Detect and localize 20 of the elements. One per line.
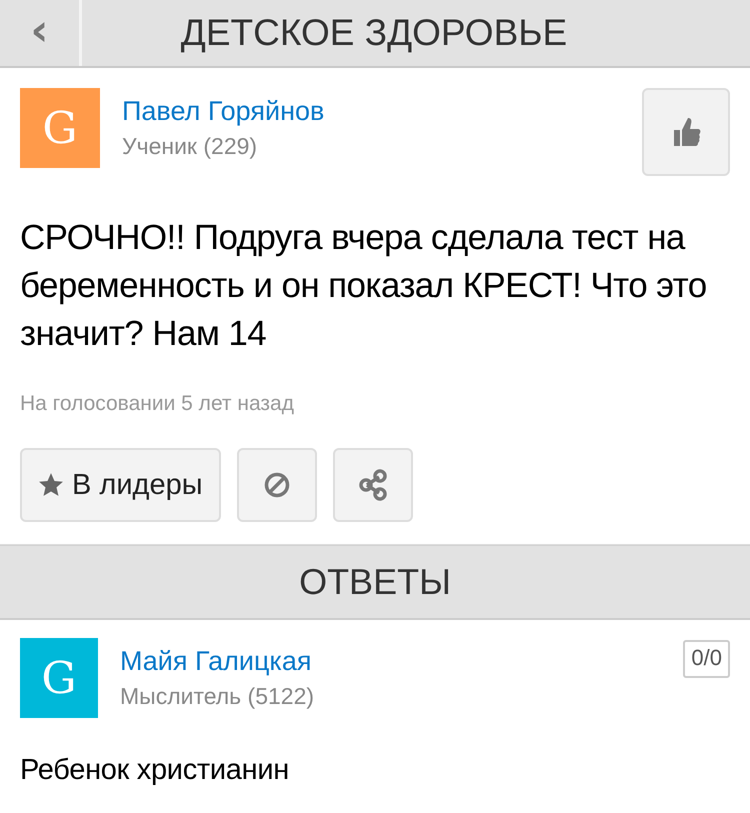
- leaders-button[interactable]: В лидеры: [20, 448, 221, 522]
- share-button[interactable]: [332, 448, 413, 522]
- page-title: ДЕТСКОЕ ЗДОРОВЬЕ: [180, 12, 568, 54]
- author-name[interactable]: Майя Галицкая: [120, 646, 314, 677]
- question-text: СРОЧНО!! Подруга вчера сделала тест на беременность и он показал КРЕСТ! Что это значит? Нам 14: [20, 217, 708, 355]
- star-icon: [38, 472, 64, 498]
- share-icon: [358, 469, 388, 501]
- like-button[interactable]: [642, 88, 730, 176]
- forbidden-icon: [264, 472, 290, 498]
- author-rank: Мыслитель (5122): [120, 683, 314, 710]
- avatar: G: [20, 638, 98, 718]
- vote-score: 0/0: [683, 640, 730, 678]
- report-button[interactable]: [236, 448, 317, 522]
- section-title: ОТВЕТЫ: [299, 561, 451, 603]
- thumbs-up-icon: [671, 116, 701, 148]
- answer-text: Ребенок христианин: [20, 754, 290, 787]
- author-name[interactable]: Павел Горяйнов: [122, 96, 324, 127]
- avatar: G: [20, 88, 100, 168]
- question-status: На голосовании 5 лет назад: [20, 392, 295, 416]
- author-rank: Ученик (229): [122, 133, 258, 160]
